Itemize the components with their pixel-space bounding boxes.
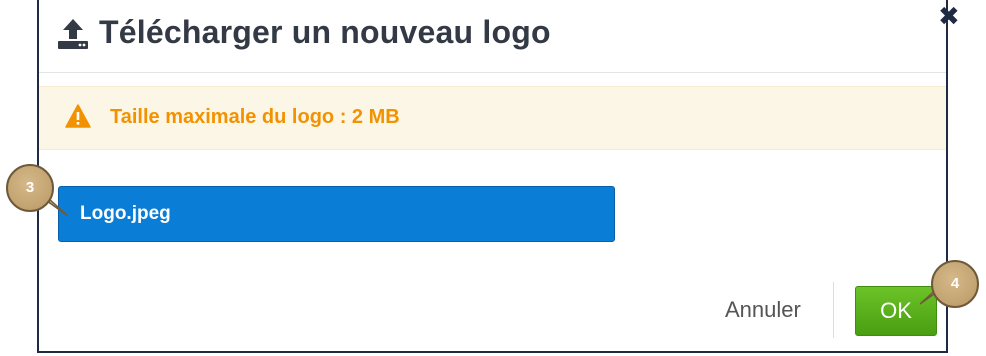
upload-logo-dialog: Télécharger un nouveau logo Taille maxim… bbox=[37, 0, 948, 353]
annotation-badge-3: 3 bbox=[6, 164, 54, 212]
dialog-header: Télécharger un nouveau logo bbox=[39, 0, 946, 73]
close-icon[interactable]: ✖ bbox=[938, 4, 960, 30]
annotation-badge-4: 4 bbox=[931, 260, 979, 308]
cancel-button[interactable]: Annuler bbox=[725, 297, 801, 323]
warning-text: Taille maximale du logo : 2 MB bbox=[110, 106, 400, 128]
footer-divider bbox=[833, 282, 834, 338]
file-name: Logo.jpeg bbox=[80, 203, 171, 224]
warning-alert: Taille maximale du logo : 2 MB bbox=[39, 86, 946, 150]
upload-icon bbox=[58, 19, 88, 49]
selected-file-item[interactable]: Logo.jpeg bbox=[58, 186, 615, 242]
dialog-title: Télécharger un nouveau logo bbox=[99, 14, 551, 50]
warning-icon bbox=[65, 104, 91, 128]
